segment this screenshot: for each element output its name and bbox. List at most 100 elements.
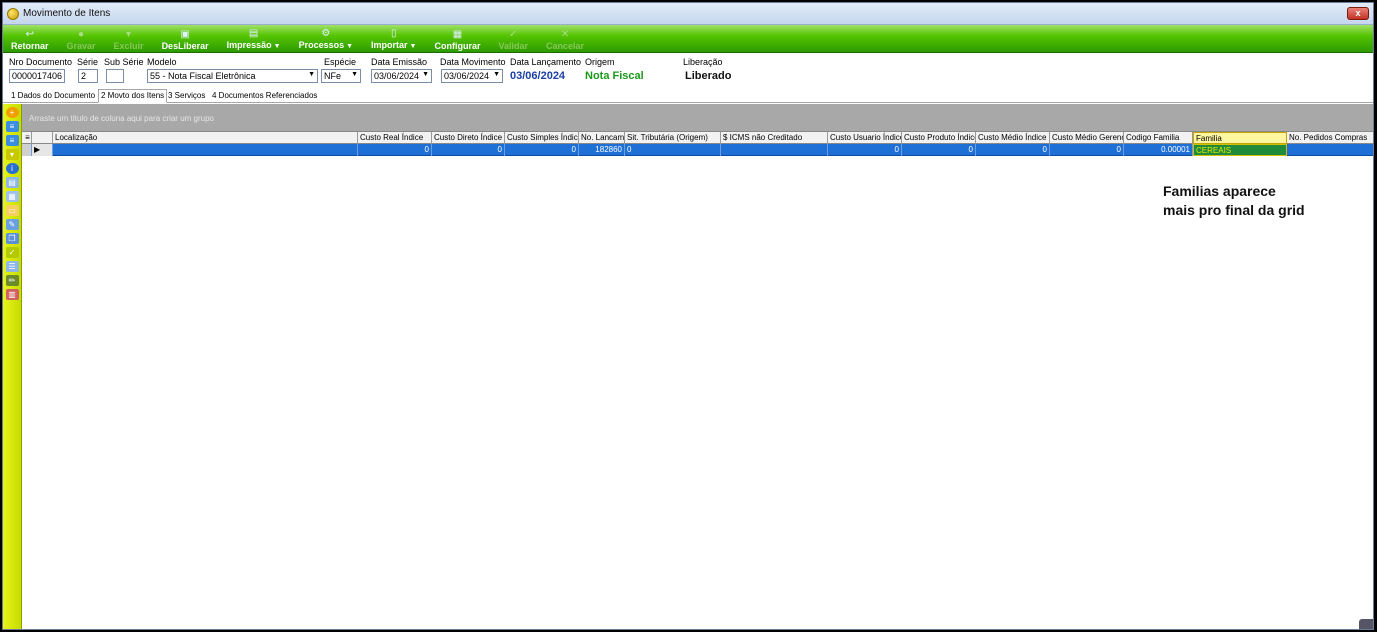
especie-select[interactable]: NFe ▼ [321,69,361,83]
configurar-button[interactable]: ▦ Configurar [434,26,480,52]
column-header[interactable]: Custo Médio Gerenc [1050,132,1124,144]
column-header[interactable]: Custo Produto Índice [902,132,976,144]
processos-button[interactable]: ⚙ Processos ▼ [299,26,353,52]
table-cell[interactable]: 0 [625,144,721,156]
info-icon[interactable]: i [5,163,19,174]
filter-down-icon[interactable]: ≡ [5,135,19,146]
filter-icon[interactable]: ≡ [5,121,19,132]
sub-serie-label: Sub Série [104,57,144,67]
corner-button[interactable] [1359,619,1373,629]
gear-icon: ⚙ [321,28,331,39]
tab-servicos[interactable]: 3 Serviços [166,90,207,103]
dropdown-arrow-icon[interactable]: ▼ [346,43,353,50]
chevron-down-icon[interactable]: ▼ [493,71,500,78]
table-cell[interactable] [721,144,828,156]
config-icon: ▦ [452,29,463,40]
sub-serie-field[interactable] [106,69,124,83]
especie-label: Espécie [324,57,357,67]
tab-documentos-referenciados[interactable]: 4 Documentos Referenciados [210,90,319,103]
table-cell[interactable]: 0.00001 [1124,144,1193,156]
impressao-button[interactable]: ▤ Impressão ▼ [227,26,281,52]
trash-icon[interactable]: ▾ [5,149,19,160]
note-icon[interactable]: ▭ [5,205,19,216]
edit-icon[interactable]: ✎ [5,219,19,230]
column-header[interactable]: Localização [53,132,358,144]
chevron-down-icon[interactable]: ▼ [351,71,358,78]
column-header[interactable]: Custo Direto Índice [432,132,505,144]
excluir-button[interactable]: ▾ Excluir [114,26,144,52]
table-cell[interactable]: 0 [976,144,1050,156]
window-title: Movimento de Itens [23,8,111,19]
grid-icon[interactable]: ▦ [5,191,19,202]
table-icon[interactable]: ▤ [5,177,19,188]
row-indicator-header [32,132,53,144]
dropdown-arrow-icon[interactable]: ▼ [410,43,417,50]
liberacao-value: Liberado [685,70,732,82]
column-header[interactable]: $ ICMS não Creditado [721,132,828,144]
chevron-down-icon[interactable]: ▼ [422,71,429,78]
list-icon[interactable]: ☰ [5,261,19,272]
tab-movto-itens[interactable]: 2 Movto dos Itens [98,89,168,103]
table-cell[interactable]: 0 [828,144,902,156]
table-cell[interactable]: 0 [432,144,505,156]
data-lancamento-value: 03/06/2024 [510,70,566,82]
title-bar: Movimento de Itens x [3,3,1373,25]
nro-documento-field[interactable]: 0000017406 [9,69,65,83]
table-cell[interactable]: 182860 [579,144,625,156]
data-lancamento-label: Data Lançamento [510,57,582,67]
row-indicator-icon: ▶ [32,144,53,156]
report-icon[interactable]: ▥ [5,289,19,300]
data-emissao-label: Data Emissão [371,57,428,67]
data-movimento-label: Data Movimento [440,57,506,67]
serie-field[interactable]: 2 [78,69,98,83]
column-header[interactable]: No. Pedidos Compras [1287,132,1373,144]
delete-icon: ▾ [126,29,132,40]
column-header[interactable]: No. Lancam [579,132,625,144]
modelo-select[interactable]: 55 - Nota Fiscal Eletrônica ▼ [147,69,318,83]
table-cell[interactable]: 0 [505,144,579,156]
row-expand[interactable] [22,144,32,156]
table-cell-familia[interactable]: CEREAIS [1193,144,1287,156]
annotation-note: Familias aparece mais pro final da grid [1163,183,1305,218]
gravar-button[interactable]: ● Gravar [67,26,96,52]
cancelar-button[interactable]: ✕ Cancelar [546,26,584,52]
origem-value: Nota Fiscal [585,70,644,82]
data-emissao-field[interactable]: 03/06/2024 ▼ [371,69,432,83]
table-row[interactable]: ▶ 0 0 0 182860 0 0 0 0 0 0.00001 CEREAIS [22,144,1373,156]
table-cell[interactable]: 0 [1050,144,1124,156]
desliberar-button[interactable]: ▣ DesLiberar [162,26,209,52]
tab-dados-documento[interactable]: 1 Dados do Documento [9,90,97,103]
validar-button[interactable]: ✓ Validar [498,26,528,52]
add-icon[interactable]: + [5,107,19,118]
column-header[interactable]: Codigo Familia [1124,132,1193,144]
column-header[interactable]: Custo Usuario Índice [828,132,902,144]
pen-icon[interactable]: ✏ [5,275,19,286]
unlock-icon: ▣ [180,29,190,40]
grid-header: ≡ Localização Custo Real Índice Custo Di… [22,132,1373,144]
retornar-button[interactable]: ↩ Retornar [11,26,49,52]
column-header[interactable]: Custo Simples Índice [505,132,579,144]
column-chooser-icon[interactable]: ≡ [22,132,32,144]
table-cell[interactable]: 0 [902,144,976,156]
group-hint: Arraste um título de coluna aqui para cr… [29,114,214,123]
column-header[interactable]: Custo Médio Índice [976,132,1050,144]
app-icon [7,7,19,20]
back-arrow-icon: ↩ [25,29,34,40]
import-icon: ▯ [391,28,397,39]
table-cell[interactable] [53,144,358,156]
liberacao-label: Liberação [683,57,723,67]
check-icon[interactable]: ✓ [5,247,19,258]
group-by-area[interactable]: Arraste um título de coluna aqui para cr… [22,104,1373,132]
copy-icon[interactable]: ❐ [5,233,19,244]
chevron-down-icon[interactable]: ▼ [308,71,315,78]
column-header[interactable]: Sit. Tributária (Origem) [625,132,721,144]
column-header[interactable]: Custo Real Índice [358,132,432,144]
column-header-familia[interactable]: Familia [1193,132,1287,144]
table-cell[interactable]: 0 [358,144,432,156]
data-movimento-field[interactable]: 03/06/2024 ▼ [441,69,503,83]
table-cell[interactable] [1287,144,1373,156]
close-button[interactable]: x [1347,7,1369,20]
importar-button[interactable]: ▯ Importar ▼ [371,26,416,52]
dropdown-arrow-icon[interactable]: ▼ [274,43,281,50]
check-icon: ✓ [509,29,518,40]
